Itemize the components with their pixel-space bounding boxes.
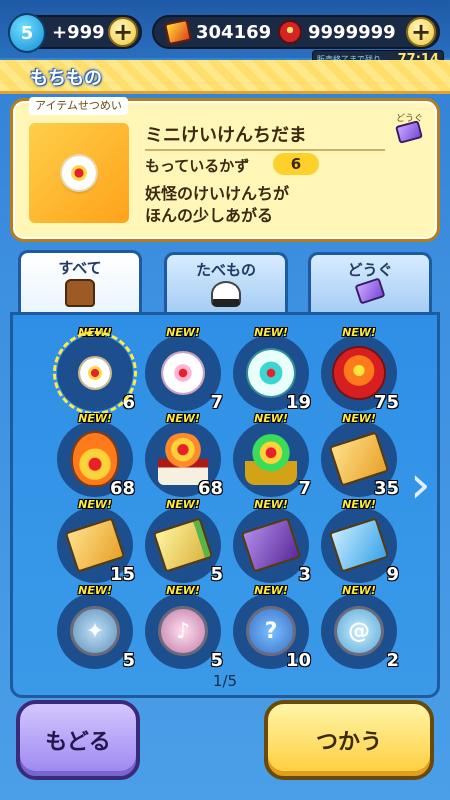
back-button[interactable]: もどる [16, 700, 140, 780]
item-description-panel: アイテムせつめい ミニけいけんちだま どうぐ もっているかず 6 妖怪のけいけん… [10, 97, 440, 242]
page-indicator: 1/5 [212, 672, 238, 690]
new-badge: NEW! [78, 498, 112, 511]
swirl-coin-icon: @ [334, 606, 384, 656]
item-quantity: 68 [197, 478, 223, 499]
item-quantity: 5 [210, 564, 223, 585]
description-tab-label: アイテムせつめい [29, 97, 128, 115]
new-badge: NEW! [166, 326, 200, 339]
owned-count-label: もっているかず [145, 157, 250, 175]
tab-tools-label: どうぐ [347, 261, 393, 279]
tab-all[interactable]: すべて [18, 250, 142, 316]
new-badge: NEW! [166, 498, 200, 511]
item-slot[interactable]: NEW! 35 [321, 412, 399, 499]
level-pill: 5 +999 + [8, 13, 142, 53]
item-quantity: 68 [109, 478, 135, 499]
page-header: もちもの [0, 60, 450, 94]
new-badge: NEW! [342, 584, 376, 597]
item-slot[interactable]: NEW! 68 [57, 412, 135, 499]
item-quantity: 15 [109, 564, 135, 585]
orb-icon [278, 20, 302, 44]
coin-icon [163, 18, 193, 46]
new-badge: NEW! [254, 498, 288, 511]
ticket-icon [354, 277, 386, 305]
new-badge: NEW! [78, 412, 112, 425]
book-icon [152, 517, 214, 573]
item-slot[interactable]: NEW! 7 [145, 326, 223, 413]
item-preview [29, 123, 129, 223]
new-badge: NEW! [342, 498, 376, 511]
item-name: ミニけいけんちだま [145, 121, 385, 151]
item-quantity: 9 [386, 564, 399, 585]
item-quantity: 7 [298, 478, 311, 499]
new-badge: NEW! [78, 326, 112, 339]
item-description: 妖怪のけいけんちが ほんの少しあがる [145, 184, 290, 225]
item-slot[interactable]: NEW! @ 2 [321, 584, 399, 671]
item-quantity: 5 [122, 650, 135, 671]
question-coin-icon: ? [246, 606, 296, 656]
new-badge: NEW! [166, 584, 200, 597]
owned-count-value: 6 [273, 153, 319, 175]
new-badge: NEW! [254, 584, 288, 597]
item-slot[interactable]: NEW! 5 [145, 498, 223, 585]
item-slot[interactable]: NEW! 7 [233, 412, 311, 499]
item-slot[interactable]: NEW! 9 [321, 498, 399, 585]
item-quantity: 75 [373, 392, 399, 413]
item-slot[interactable]: NEW! ✦ 5 [57, 584, 135, 671]
item-slot[interactable]: NEW! 75 [321, 326, 399, 413]
mini-exp-orb-icon [80, 358, 110, 388]
item-slot[interactable]: NEW! 6 [53, 326, 137, 415]
green-orb-icon [245, 433, 297, 485]
currency-pill: 304169 9999999 + [152, 15, 440, 49]
star-coin-icon: ✦ [70, 606, 120, 656]
item-slot[interactable]: NEW! 68 [145, 412, 223, 499]
item-quantity: 10 [285, 650, 311, 671]
item-slot[interactable]: NEW! ♪ 5 [145, 584, 223, 671]
item-slot[interactable]: NEW! ? 10 [233, 584, 311, 671]
item-quantity: 35 [373, 478, 399, 499]
item-slot[interactable]: NEW! 19 [233, 326, 311, 413]
book-icon [240, 517, 302, 573]
new-badge: NEW! [342, 412, 376, 425]
item-quantity: 7 [210, 392, 223, 413]
item-slot[interactable]: NEW! 3 [233, 498, 311, 585]
add-level-button[interactable]: + [108, 17, 138, 47]
music-coin-icon: ♪ [158, 606, 208, 656]
onigiri-icon [211, 281, 241, 307]
tab-food[interactable]: たべもの [164, 252, 288, 312]
item-grid: NEW! 6 NEW! 7 NEW! 19 NEW! 75 NEW! 68 NE… [10, 312, 440, 698]
tab-all-label: すべて [58, 259, 102, 277]
item-quantity: 3 [298, 564, 311, 585]
red-exp-orb-icon [334, 348, 384, 398]
book-icon [328, 517, 390, 573]
new-badge: NEW! [254, 326, 288, 339]
mini-exp-orb-icon [62, 156, 96, 190]
bag-icon [65, 279, 95, 307]
item-quantity: 6 [122, 392, 135, 413]
level-value: +999 [52, 21, 105, 43]
teal-exp-orb-icon [248, 350, 294, 396]
new-badge: NEW! [166, 412, 200, 425]
add-currency-button[interactable]: + [406, 17, 436, 47]
pink-exp-orb-icon [163, 353, 203, 393]
orb-count: 9999999 [308, 21, 396, 43]
item-quantity: 2 [386, 650, 399, 671]
use-button[interactable]: つかう [264, 700, 434, 780]
status-bar: 5 +999 + 304169 9999999 + 販売終了まで残り 77:14 [0, 0, 450, 68]
tab-tools[interactable]: どうぐ [308, 252, 432, 312]
item-quantity: 19 [285, 392, 311, 413]
item-slot[interactable]: NEW! 15 [57, 498, 135, 585]
item-quantity: 5 [210, 650, 223, 671]
next-page-chevron-icon[interactable]: › [410, 455, 434, 515]
page-title: もちもの [30, 68, 102, 89]
level-badge: 5 [8, 13, 46, 53]
new-badge: NEW! [342, 326, 376, 339]
new-badge: NEW! [78, 584, 112, 597]
new-badge: NEW! [254, 412, 288, 425]
tab-food-label: たべもの [195, 261, 256, 279]
coin-count: 304169 [196, 21, 272, 43]
